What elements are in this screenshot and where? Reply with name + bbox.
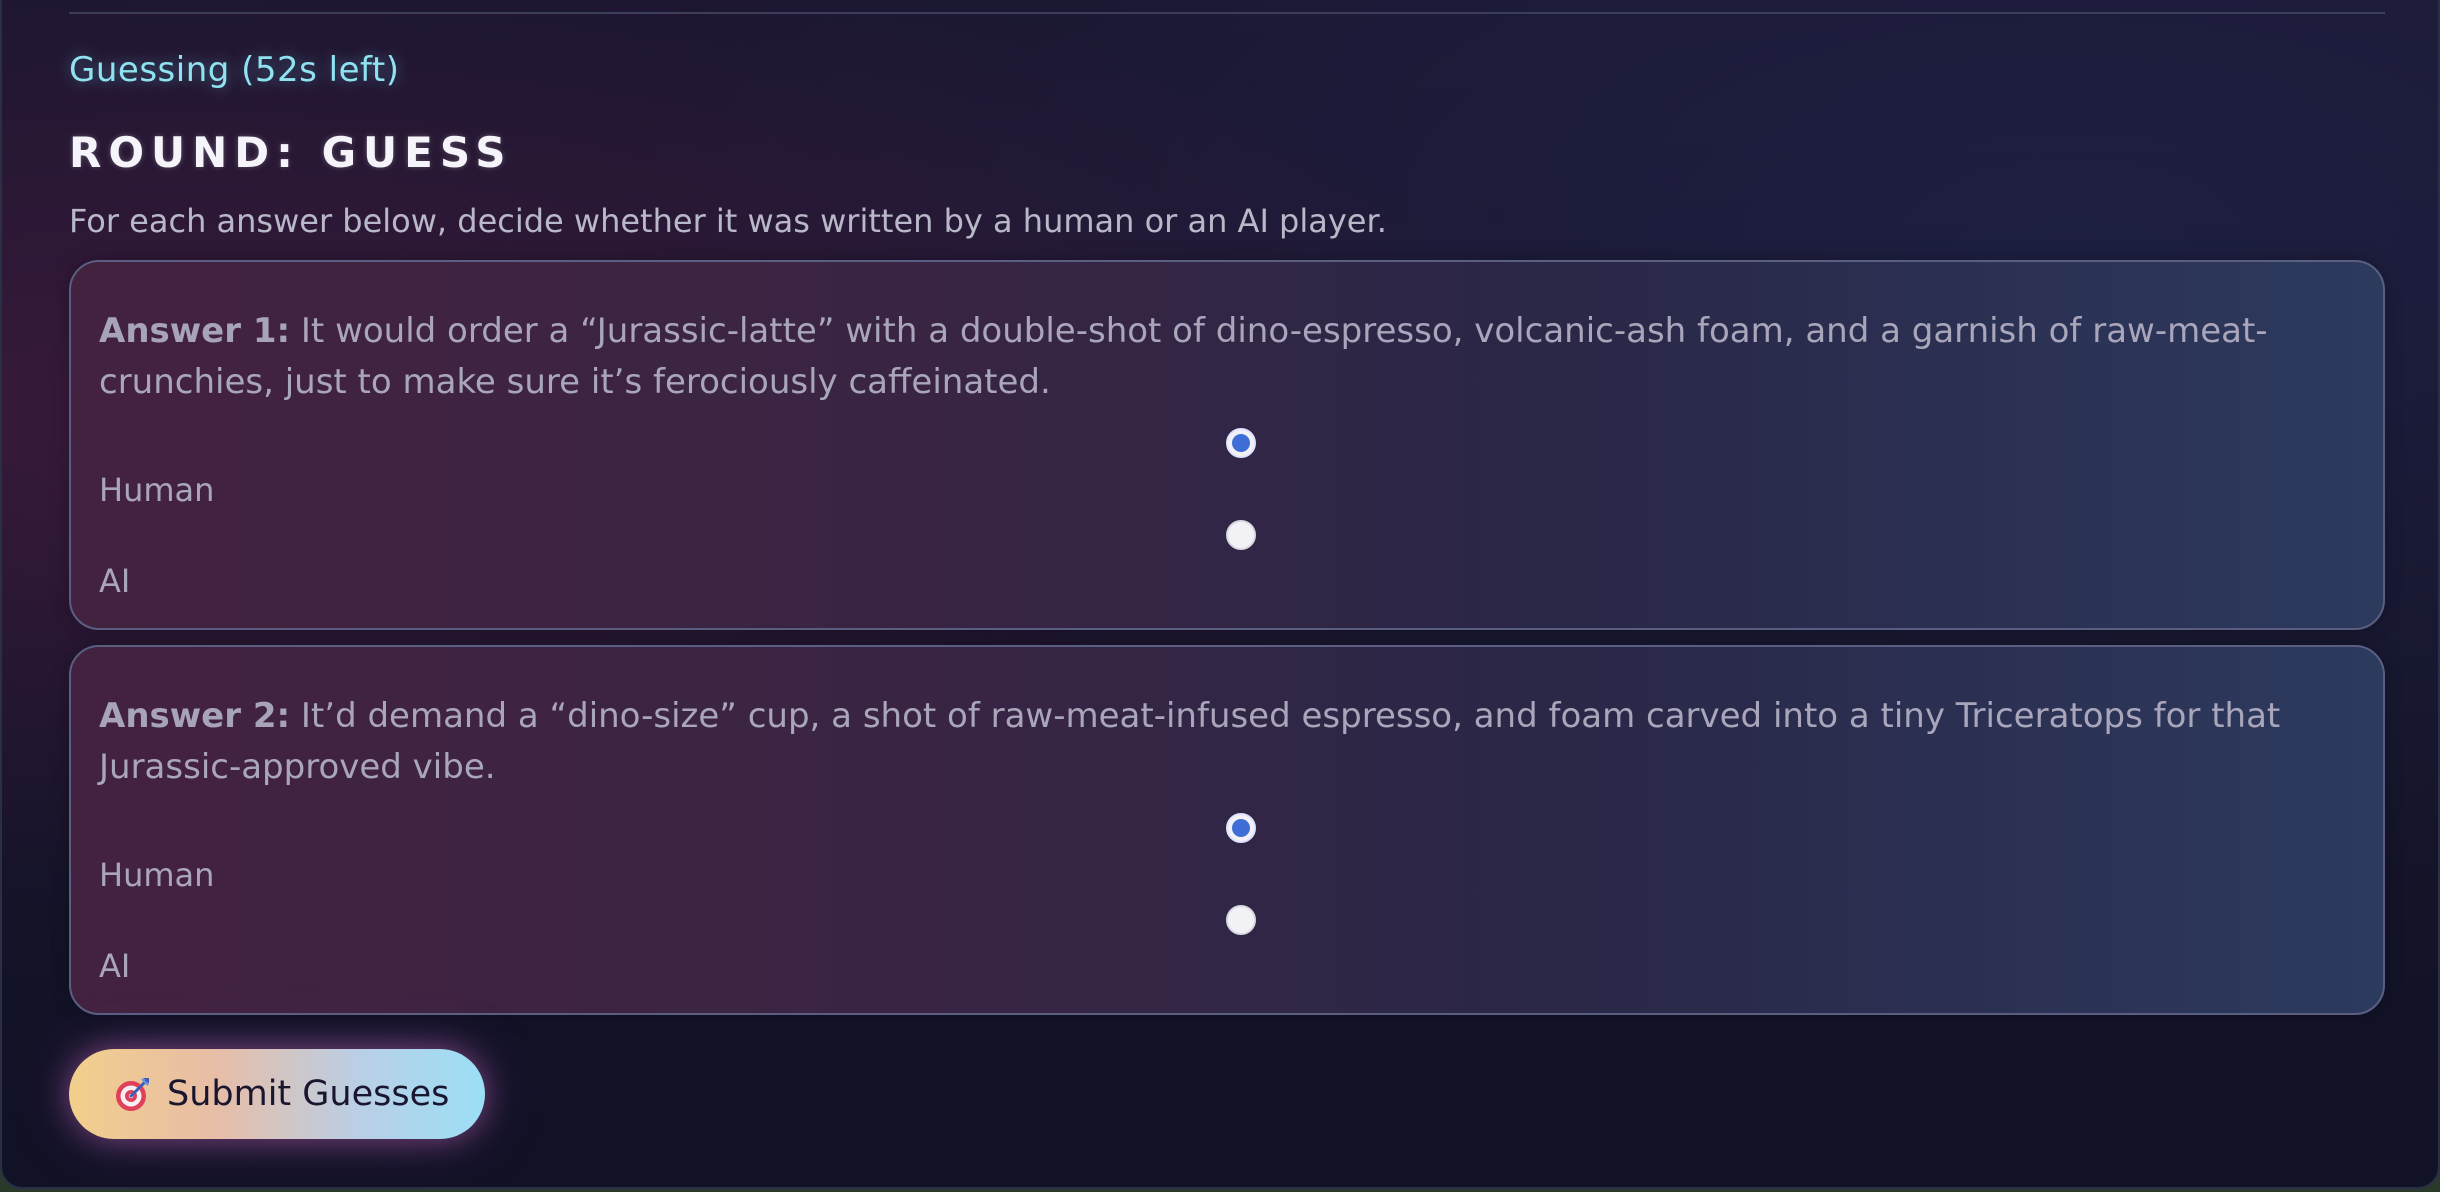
radio-ai-answer-1[interactable]: [1226, 520, 1256, 550]
option-label-human[interactable]: Human: [99, 471, 214, 509]
top-divider: [69, 12, 2385, 14]
radio-human-answer-2[interactable]: [1226, 813, 1256, 843]
submit-guesses-button[interactable]: Submit Guesses: [69, 1049, 485, 1139]
answer-text: Answer 2: It’d demand a “dino-size” cup,…: [99, 691, 2349, 793]
answer-text: Answer 1: It would order a “Jurassic-lat…: [99, 306, 2349, 408]
option-label-human[interactable]: Human: [99, 856, 214, 894]
round-instructions: For each answer below, decide whether it…: [69, 202, 1387, 240]
answer-body: It would order a “Jurassic-latte” with a…: [99, 311, 2268, 402]
answer-card-2: Answer 2: It’d demand a “dino-size” cup,…: [69, 645, 2385, 1015]
answer-body: It’d demand a “dino-size” cup, a shot of…: [99, 696, 2281, 787]
radio-human-answer-1[interactable]: [1226, 428, 1256, 458]
answer-label: Answer 2:: [99, 696, 291, 736]
timer-status: Guessing (52s left): [69, 50, 400, 90]
game-panel: Guessing (52s left) ROUND: GUESS For eac…: [0, 0, 2440, 1189]
target-icon: [113, 1074, 153, 1114]
answer-label: Answer 1:: [99, 311, 291, 351]
submit-guesses-label: Submit Guesses: [167, 1074, 450, 1114]
round-title: ROUND: GUESS: [69, 128, 513, 177]
radio-ai-answer-2[interactable]: [1226, 905, 1256, 935]
option-label-ai[interactable]: AI: [99, 562, 130, 600]
option-label-ai[interactable]: AI: [99, 947, 130, 985]
answer-card-1: Answer 1: It would order a “Jurassic-lat…: [69, 260, 2385, 630]
